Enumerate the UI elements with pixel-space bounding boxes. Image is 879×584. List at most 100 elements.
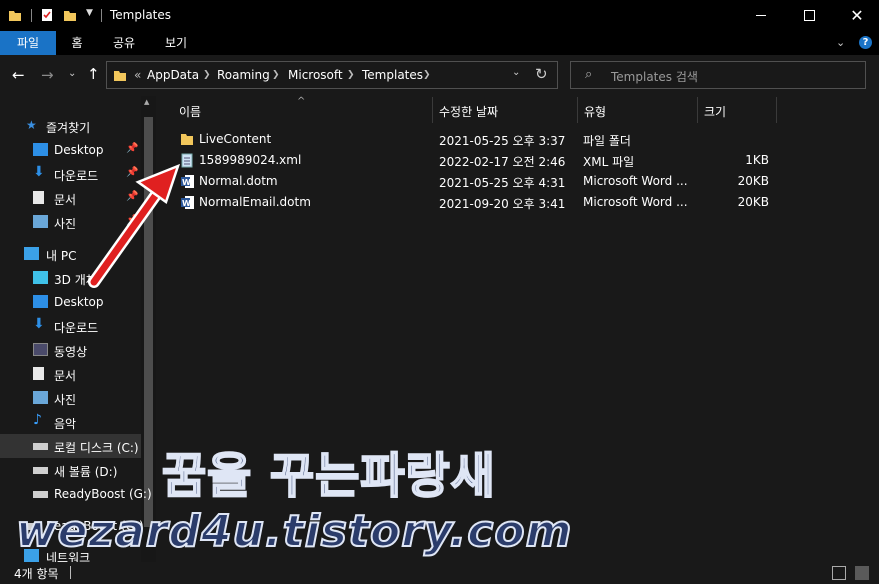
pictures-icon (33, 215, 48, 228)
sidebar-item-readyboost-g[interactable]: ReadyBoost (G:) (0, 482, 152, 506)
download-icon: ⬇ (33, 164, 45, 180)
tab-home[interactable]: 홈 (62, 31, 92, 55)
file-size: 20KB (737, 174, 769, 188)
file-date: 2021-05-25 오후 4:31 (439, 176, 566, 190)
breadcrumb-roaming[interactable]: Roaming (217, 68, 270, 82)
document-icon (33, 367, 44, 380)
column-header-date[interactable]: 수정한 날짜 (439, 103, 498, 129)
column-divider[interactable] (697, 97, 698, 123)
watermark-url: wezard4u.tistory.com (15, 505, 573, 558)
file-size: 20KB (737, 195, 769, 209)
videos-icon (33, 343, 48, 356)
folder-icon (181, 134, 193, 145)
sidebar-item-music[interactable]: ♪ 음악 (0, 410, 141, 434)
divider (31, 9, 32, 22)
sidebar-item-videos[interactable]: 동영상 (0, 338, 141, 362)
refresh-icon[interactable]: ↻ (535, 65, 548, 83)
sidebar-item-label: Desktop (54, 143, 104, 157)
folder-icon (9, 11, 21, 21)
breadcrumb-microsoft[interactable]: Microsoft (288, 68, 343, 82)
status-bar: 4개 항목 (0, 562, 879, 584)
pictures-icon (33, 391, 48, 404)
breadcrumb-overflow[interactable]: « (134, 68, 141, 82)
column-divider[interactable] (577, 97, 578, 123)
sidebar-item-pictures[interactable]: 사진 (0, 386, 141, 410)
chevron-right-icon: ❯ (272, 70, 280, 80)
download-icon: ⬇ (33, 316, 45, 332)
sidebar-item-volume-d[interactable]: 새 볼륨 (D:) (0, 458, 141, 482)
divider (70, 566, 71, 579)
folder-icon (114, 71, 126, 81)
sidebar-item-label: 새 볼륨 (D:) (54, 465, 118, 479)
usb-drive-icon (33, 491, 48, 498)
close-button[interactable]: ✕ (834, 0, 879, 31)
sidebar-item-label: 즐겨찾기 (46, 121, 91, 135)
details-view-icon[interactable] (832, 566, 846, 580)
sort-ascending-icon: ^ (297, 96, 306, 107)
new-folder-icon[interactable] (63, 8, 77, 22)
file-row[interactable]: 1589989024.xml 2022-02-17 오전 2:46 XML 파일… (176, 150, 786, 171)
recent-locations-icon[interactable]: ⌄ (68, 68, 76, 79)
column-header-type[interactable]: 유형 (584, 103, 606, 129)
file-row[interactable]: W NormalEmail.dotm 2021-09-20 오후 3:41 Mi… (176, 192, 786, 213)
sidebar-item-label: 로컬 디스크 (C:) (54, 441, 139, 455)
music-icon: ♪ (33, 412, 42, 428)
up-icon[interactable]: ↑ (87, 65, 100, 83)
sidebar-item-label: 사진 (54, 217, 77, 231)
search-input[interactable]: Templates 검색 (611, 68, 698, 85)
sidebar-item-quick-access[interactable]: ★ 즐겨찾기 (0, 114, 141, 138)
drive-icon (33, 467, 48, 474)
column-divider[interactable] (432, 97, 433, 123)
chevron-right-icon: ❯ (423, 70, 431, 80)
file-row[interactable]: LiveContent 2021-05-25 오후 3:37 파일 폴더 (176, 129, 786, 150)
properties-icon[interactable] (40, 8, 54, 22)
watermark-korean: 꿈을 꾸는파랑새 (161, 447, 496, 505)
sidebar-item-desktop-pinned[interactable]: Desktop 📌 (0, 138, 141, 162)
ribbon: 파일 홈 공유 보기 ⌄ ? (0, 31, 879, 55)
chevron-right-icon: ❯ (347, 70, 355, 80)
tab-share[interactable]: 공유 (104, 31, 144, 55)
sidebar-item-label: 문서 (54, 193, 77, 207)
sidebar-item-label: 문서 (54, 369, 77, 383)
column-header-size[interactable]: 크기 (704, 103, 726, 129)
tab-file[interactable]: 파일 (0, 31, 56, 55)
file-type: Microsoft Word ... (583, 174, 688, 188)
file-date: 2021-05-25 오후 3:37 (439, 134, 566, 148)
search-icon: ⌕ (585, 67, 593, 82)
sidebar-item-local-disk-c[interactable]: 로컬 디스크 (C:) (0, 434, 141, 458)
address-dropdown-icon[interactable]: ⌄ (512, 67, 520, 78)
desktop-icon (33, 295, 48, 308)
forward-icon[interactable]: → (41, 66, 54, 84)
file-row[interactable]: W Normal.dotm 2021-05-25 오후 4:31 Microso… (176, 171, 786, 192)
address-bar[interactable]: « AppData ❯ Roaming ❯ Microsoft ❯ Templa… (106, 61, 558, 89)
3d-objects-icon (33, 271, 48, 284)
computer-icon (24, 247, 39, 260)
window-title: Templates (110, 8, 172, 22)
document-icon (33, 191, 44, 204)
sidebar-item-downloads[interactable]: ⬇ 다운로드 (0, 314, 141, 338)
annotation-arrow (88, 163, 181, 288)
large-icons-view-icon[interactable] (855, 566, 869, 580)
maximize-button[interactable] (786, 0, 832, 31)
file-type: 파일 폴더 (583, 134, 631, 148)
scroll-up-icon[interactable]: ▲ (144, 98, 149, 106)
column-divider[interactable] (776, 97, 777, 123)
file-name: NormalEmail.dotm (199, 195, 311, 209)
file-date: 2021-09-20 오후 3:41 (439, 197, 566, 211)
expand-ribbon-icon[interactable]: ⌄ (836, 36, 845, 49)
help-icon[interactable]: ? (859, 36, 872, 49)
tab-view[interactable]: 보기 (156, 31, 196, 55)
column-header-name[interactable]: 이름 (179, 103, 201, 129)
file-size: 1KB (745, 153, 769, 167)
breadcrumb-appdata[interactable]: AppData (147, 68, 199, 82)
star-icon: ★ (26, 118, 37, 132)
breadcrumb-templates[interactable]: Templates (362, 68, 423, 82)
file-name: LiveContent (199, 132, 272, 146)
minimize-button[interactable] (738, 0, 784, 31)
file-date: 2022-02-17 오전 2:46 (439, 155, 566, 169)
back-icon[interactable]: ← (12, 66, 25, 84)
customize-quick-access-icon[interactable]: ▼ (86, 8, 93, 18)
title-bar: ▼ Templates ✕ (0, 0, 879, 31)
search-box[interactable]: ⌕ Templates 검색 (570, 61, 866, 89)
sidebar-item-documents[interactable]: 문서 (0, 362, 141, 386)
